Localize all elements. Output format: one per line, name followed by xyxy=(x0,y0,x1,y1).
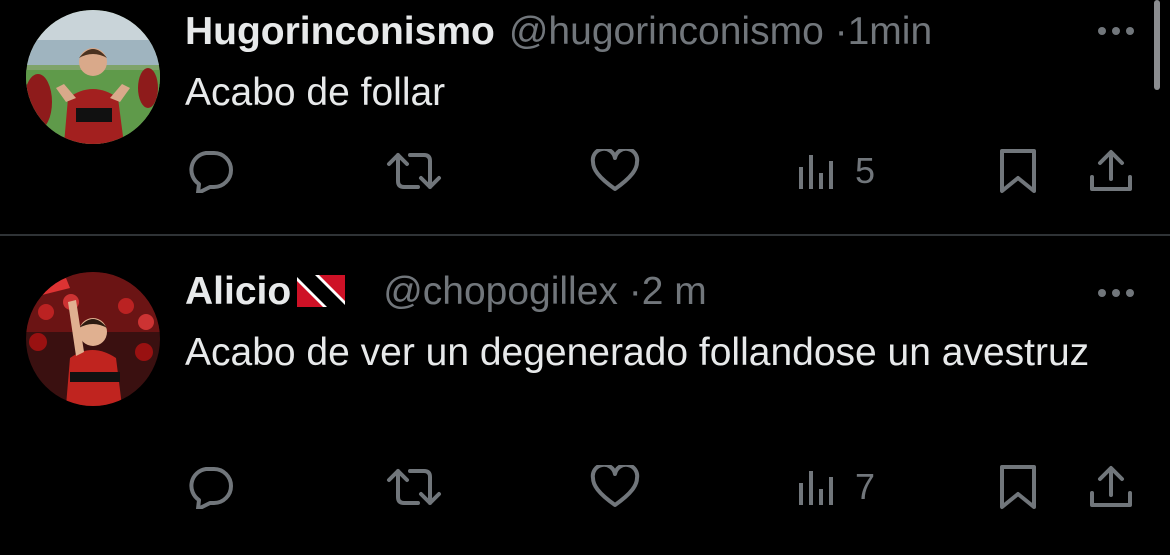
avatar[interactable] xyxy=(26,272,160,406)
views-icon xyxy=(799,155,833,189)
action-bar: 5 xyxy=(0,146,1170,196)
share-icon xyxy=(1090,150,1132,191)
reply-button[interactable] xyxy=(186,462,234,512)
reply-icon xyxy=(189,151,233,193)
display-name[interactable]: Alicio xyxy=(185,270,291,313)
tweet[interactable]: Hugorinconismo @hugorinconismo ·1min Acab… xyxy=(0,0,1170,234)
share-button[interactable] xyxy=(1088,146,1134,196)
tweet-text: Acabo de follar xyxy=(185,71,446,114)
tweet-header: Hugorinconismo @hugorinconismo ·1min xyxy=(185,7,932,57)
separator-dot: · xyxy=(628,270,642,313)
share-button[interactable] xyxy=(1088,462,1134,512)
heart-icon xyxy=(590,465,640,507)
action-bar: 7 xyxy=(0,462,1170,512)
separator-dot: · xyxy=(834,10,848,53)
reply-icon xyxy=(189,467,233,509)
like-button[interactable] xyxy=(590,462,640,512)
reply-button[interactable] xyxy=(186,146,234,196)
trinidad-and-tobago-flag-icon xyxy=(297,270,346,320)
like-button[interactable] xyxy=(590,146,640,196)
timestamp[interactable]: 2 m xyxy=(642,270,707,313)
heart-icon xyxy=(590,149,640,191)
more-icon[interactable] xyxy=(1096,286,1136,298)
scrollbar[interactable] xyxy=(1154,0,1160,90)
bookmark-icon xyxy=(1000,465,1036,509)
handle[interactable]: @hugorinconismo xyxy=(509,10,824,53)
tweet-text: Acabo de ver un degenerado follandose un… xyxy=(185,331,1090,374)
bookmark-button[interactable] xyxy=(998,462,1038,512)
views-icon xyxy=(799,471,833,505)
retweet-button[interactable] xyxy=(386,146,442,196)
views-button[interactable]: 7 xyxy=(797,462,875,512)
display-name[interactable]: Hugorinconismo xyxy=(185,10,495,53)
more-icon[interactable] xyxy=(1096,24,1136,36)
avatar[interactable] xyxy=(26,10,160,144)
bookmark-button[interactable] xyxy=(998,146,1038,196)
share-icon xyxy=(1090,466,1132,507)
handle[interactable]: @chopogillex xyxy=(383,270,618,313)
tweet[interactable]: Alicio @chopogillex ·2 m Acabo de ver un … xyxy=(0,236,1170,555)
views-button[interactable]: 5 xyxy=(797,146,875,196)
retweet-icon xyxy=(387,153,441,189)
bookmark-icon xyxy=(1000,149,1036,193)
views-count: 7 xyxy=(855,466,876,507)
retweet-button[interactable] xyxy=(386,462,442,512)
views-count: 5 xyxy=(855,150,876,191)
tweet-header: Alicio @chopogillex ·2 m xyxy=(185,267,707,317)
timestamp[interactable]: 1min xyxy=(848,10,933,53)
retweet-icon xyxy=(387,469,441,505)
